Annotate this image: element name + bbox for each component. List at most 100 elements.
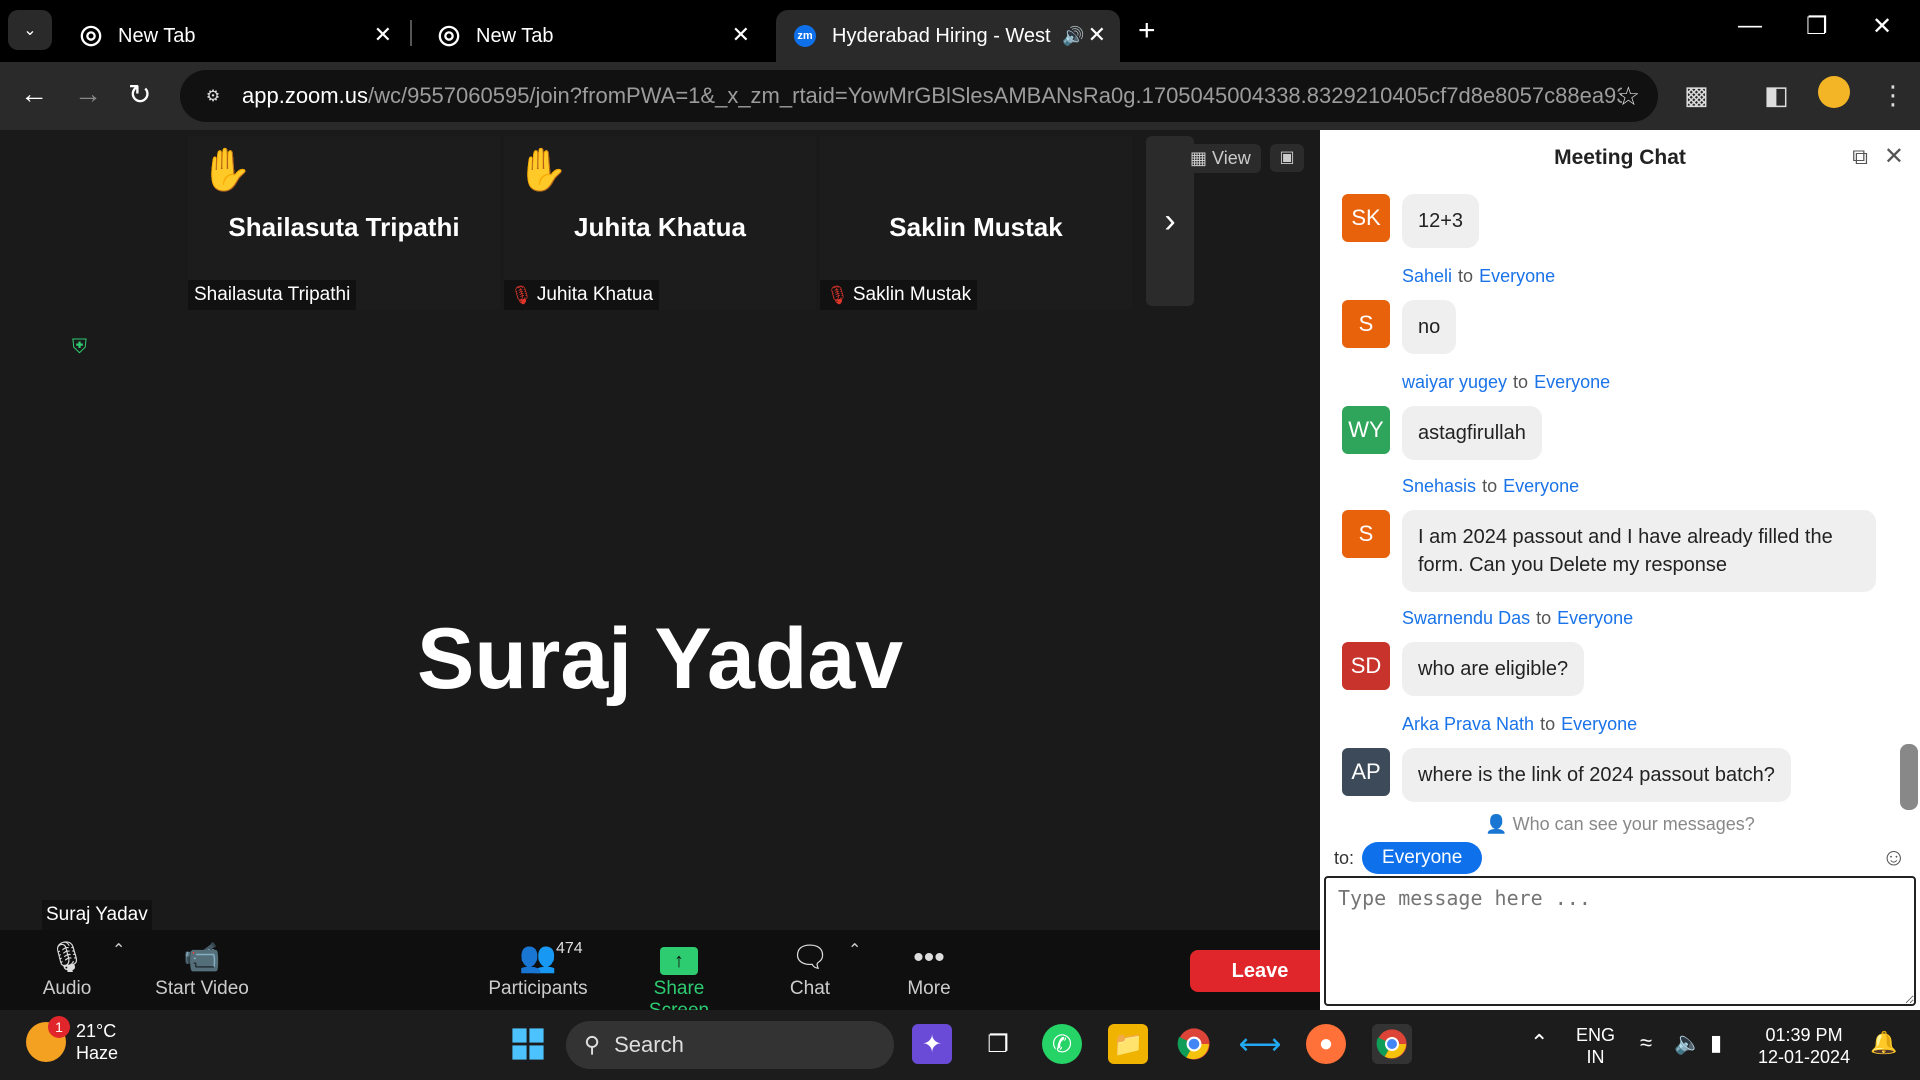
- chat-scrollbar[interactable]: [1900, 744, 1918, 810]
- chrome-profile-icon[interactable]: [1372, 1024, 1412, 1064]
- message-sender[interactable]: waiyar yugey: [1402, 372, 1507, 392]
- forward-icon[interactable]: →: [74, 78, 102, 110]
- chat-message-input[interactable]: [1324, 876, 1916, 1006]
- leave-button[interactable]: Leave: [1190, 950, 1330, 992]
- weather-widget[interactable]: 1 21°C Haze: [26, 1016, 118, 1064]
- message-sender[interactable]: Saheli: [1402, 266, 1452, 286]
- whatsapp-icon[interactable]: ✆: [1042, 1024, 1082, 1064]
- tab-search-button[interactable]: ⌄: [8, 10, 52, 50]
- extensions-icon[interactable]: ▩: [1684, 80, 1709, 111]
- chat-bubble-icon: 🗨: [790, 941, 830, 974]
- file-explorer-icon[interactable]: 📁: [1108, 1024, 1148, 1064]
- shield-icon: ⛨: [72, 336, 87, 358]
- view-button[interactable]: ▦ View: [1180, 144, 1261, 173]
- chat-button[interactable]: 🗨 Chat: [788, 938, 832, 1000]
- message-recipient[interactable]: Everyone: [1534, 372, 1610, 392]
- search-label: Search: [614, 1032, 684, 1057]
- wifi-icon[interactable]: ≈: [1640, 1030, 1652, 1056]
- close-icon[interactable]: ✕: [374, 22, 392, 48]
- chat-options-caret-icon[interactable]: ⌃: [848, 940, 861, 960]
- close-icon[interactable]: ✕: [732, 22, 750, 48]
- taskbar-search[interactable]: ⚲ Search: [566, 1021, 894, 1069]
- message-sender[interactable]: Swarnendu Das: [1402, 608, 1530, 628]
- windows-start-icon[interactable]: [508, 1024, 548, 1064]
- close-icon[interactable]: ✕: [1088, 22, 1106, 48]
- video-off-icon: 📹: [183, 941, 221, 974]
- message-to: to: [1540, 714, 1556, 734]
- popout-icon[interactable]: ⧉: [1852, 144, 1868, 170]
- minimize-window-icon[interactable]: —: [1738, 12, 1762, 40]
- profile-avatar[interactable]: [1818, 76, 1850, 108]
- tab-title: New Tab: [476, 24, 554, 47]
- who-can-see-text: Who can see your messages?: [1512, 814, 1755, 834]
- start-video-label: Start Video: [155, 978, 249, 999]
- copilot-icon[interactable]: ✦: [912, 1024, 952, 1064]
- reload-icon[interactable]: ↻: [128, 78, 151, 111]
- url-host: app.zoom.us: [242, 83, 368, 108]
- close-icon[interactable]: ✕: [1884, 142, 1904, 171]
- message-recipient[interactable]: Everyone: [1561, 714, 1637, 734]
- message-recipient[interactable]: Everyone: [1503, 476, 1579, 496]
- more-button[interactable]: ••• More: [906, 938, 952, 1000]
- chrome-icon: [438, 25, 460, 47]
- clock[interactable]: 01:39 PM 12-01-2024: [1758, 1024, 1850, 1068]
- participant-tile[interactable]: ✋ Juhita Khatua 🎙 Juhita Khatua: [504, 136, 816, 310]
- browser-tab-strip: ⌄ New Tab ✕ New Tab ✕ zm Hyderabad Hirin…: [0, 0, 1920, 62]
- message-sender[interactable]: Snehasis: [1402, 476, 1476, 496]
- message-sender[interactable]: Arka Prava Nath: [1402, 714, 1534, 734]
- address-bar[interactable]: ⚙ app.zoom.us/wc/9557060595/join?fromPWA…: [180, 70, 1658, 122]
- battery-icon[interactable]: ▮: [1710, 1030, 1722, 1056]
- browser-toolbar: ← → ↻ ⚙ app.zoom.us/wc/9557060595/join?f…: [0, 62, 1920, 130]
- side-panel-icon[interactable]: ◧: [1764, 80, 1789, 111]
- audio-button[interactable]: 🎙 Audio: [40, 938, 94, 1000]
- muted-mic-icon: 🎙: [826, 284, 849, 305]
- participant-tile[interactable]: Saklin Mustak 🎙 Saklin Mustak: [820, 136, 1132, 310]
- start-video-button[interactable]: 📹 Start Video: [150, 938, 254, 1000]
- avatar: SD: [1342, 642, 1390, 690]
- message-to: to: [1513, 372, 1529, 392]
- who-can-see-link[interactable]: 👤 Who can see your messages?: [1320, 814, 1920, 835]
- participant-tile[interactable]: ✋ Shailasuta Tripathi Shailasuta Tripath…: [188, 136, 500, 310]
- notification-bell-icon[interactable]: 🔔: [1870, 1030, 1897, 1056]
- participant-name-tag: 🎙 Saklin Mustak: [820, 280, 978, 310]
- avatar: AP: [1342, 748, 1390, 796]
- message-to: to: [1458, 266, 1474, 286]
- meeting-controls-bar: 🎙 Audio ⌃ 📹 Start Video 👥 Participants 4…: [0, 930, 1330, 1021]
- vscode-icon[interactable]: ⟷: [1239, 1024, 1282, 1064]
- audio-options-caret-icon[interactable]: ⌃: [112, 940, 125, 960]
- zoom-meeting-area: ✋ Shailasuta Tripathi Shailasuta Tripath…: [0, 130, 1320, 930]
- recipient-row: to: Everyone: [1334, 842, 1483, 874]
- message-recipient[interactable]: Everyone: [1479, 266, 1555, 286]
- menu-kebab-icon[interactable]: ⋮: [1880, 80, 1906, 111]
- show-hidden-icons-caret[interactable]: ⌃: [1530, 1030, 1548, 1056]
- volume-icon[interactable]: 🔈: [1674, 1030, 1701, 1056]
- audio-label: Audio: [42, 978, 92, 999]
- firefox-icon[interactable]: ●: [1306, 1024, 1346, 1064]
- url-text[interactable]: app.zoom.us/wc/9557060595/join?fromPWA=1…: [242, 83, 1622, 109]
- emoji-icon[interactable]: ☺: [1881, 844, 1906, 872]
- chat-message-header: Snehasis to Everyone: [1402, 476, 1579, 497]
- back-icon[interactable]: ←: [20, 78, 48, 110]
- site-settings-icon[interactable]: ⚙: [198, 81, 228, 111]
- tab-new-tab-1[interactable]: New Tab ✕: [62, 10, 406, 62]
- chat-message-header: Arka Prava Nath to Everyone: [1402, 714, 1637, 735]
- url-path: /wc/9557060595/join?fromPWA=1&_x_zm_rtai…: [367, 83, 1622, 108]
- recipient-dropdown[interactable]: Everyone: [1362, 842, 1483, 874]
- bookmark-star-icon[interactable]: ☆: [1617, 81, 1640, 112]
- chat-message: I am 2024 passout and I have already fil…: [1402, 510, 1876, 592]
- participant-tag-text: Juhita Khatua: [536, 284, 654, 305]
- minimize-video-button[interactable]: ▣: [1270, 144, 1304, 172]
- speaker-icon[interactable]: 🔊: [1062, 26, 1084, 47]
- participant-tag-text: Shailasuta Tripathi: [194, 284, 351, 305]
- tab-zoom-meeting[interactable]: zm Hyderabad Hiring - West Be 🔊 ✕: [776, 10, 1120, 62]
- new-tab-button[interactable]: +: [1138, 14, 1156, 48]
- chevron-down-icon: ⌄: [23, 22, 37, 39]
- close-window-icon[interactable]: ✕: [1872, 12, 1892, 41]
- language-indicator[interactable]: ENG IN: [1576, 1024, 1615, 1068]
- chat-message: who are eligible?: [1402, 642, 1585, 696]
- message-recipient[interactable]: Everyone: [1557, 608, 1633, 628]
- chrome-icon[interactable]: [1174, 1024, 1214, 1064]
- restore-window-icon[interactable]: ❐: [1806, 12, 1828, 41]
- task-view-icon[interactable]: ❐: [978, 1024, 1018, 1064]
- tab-new-tab-2[interactable]: New Tab ✕: [420, 10, 764, 62]
